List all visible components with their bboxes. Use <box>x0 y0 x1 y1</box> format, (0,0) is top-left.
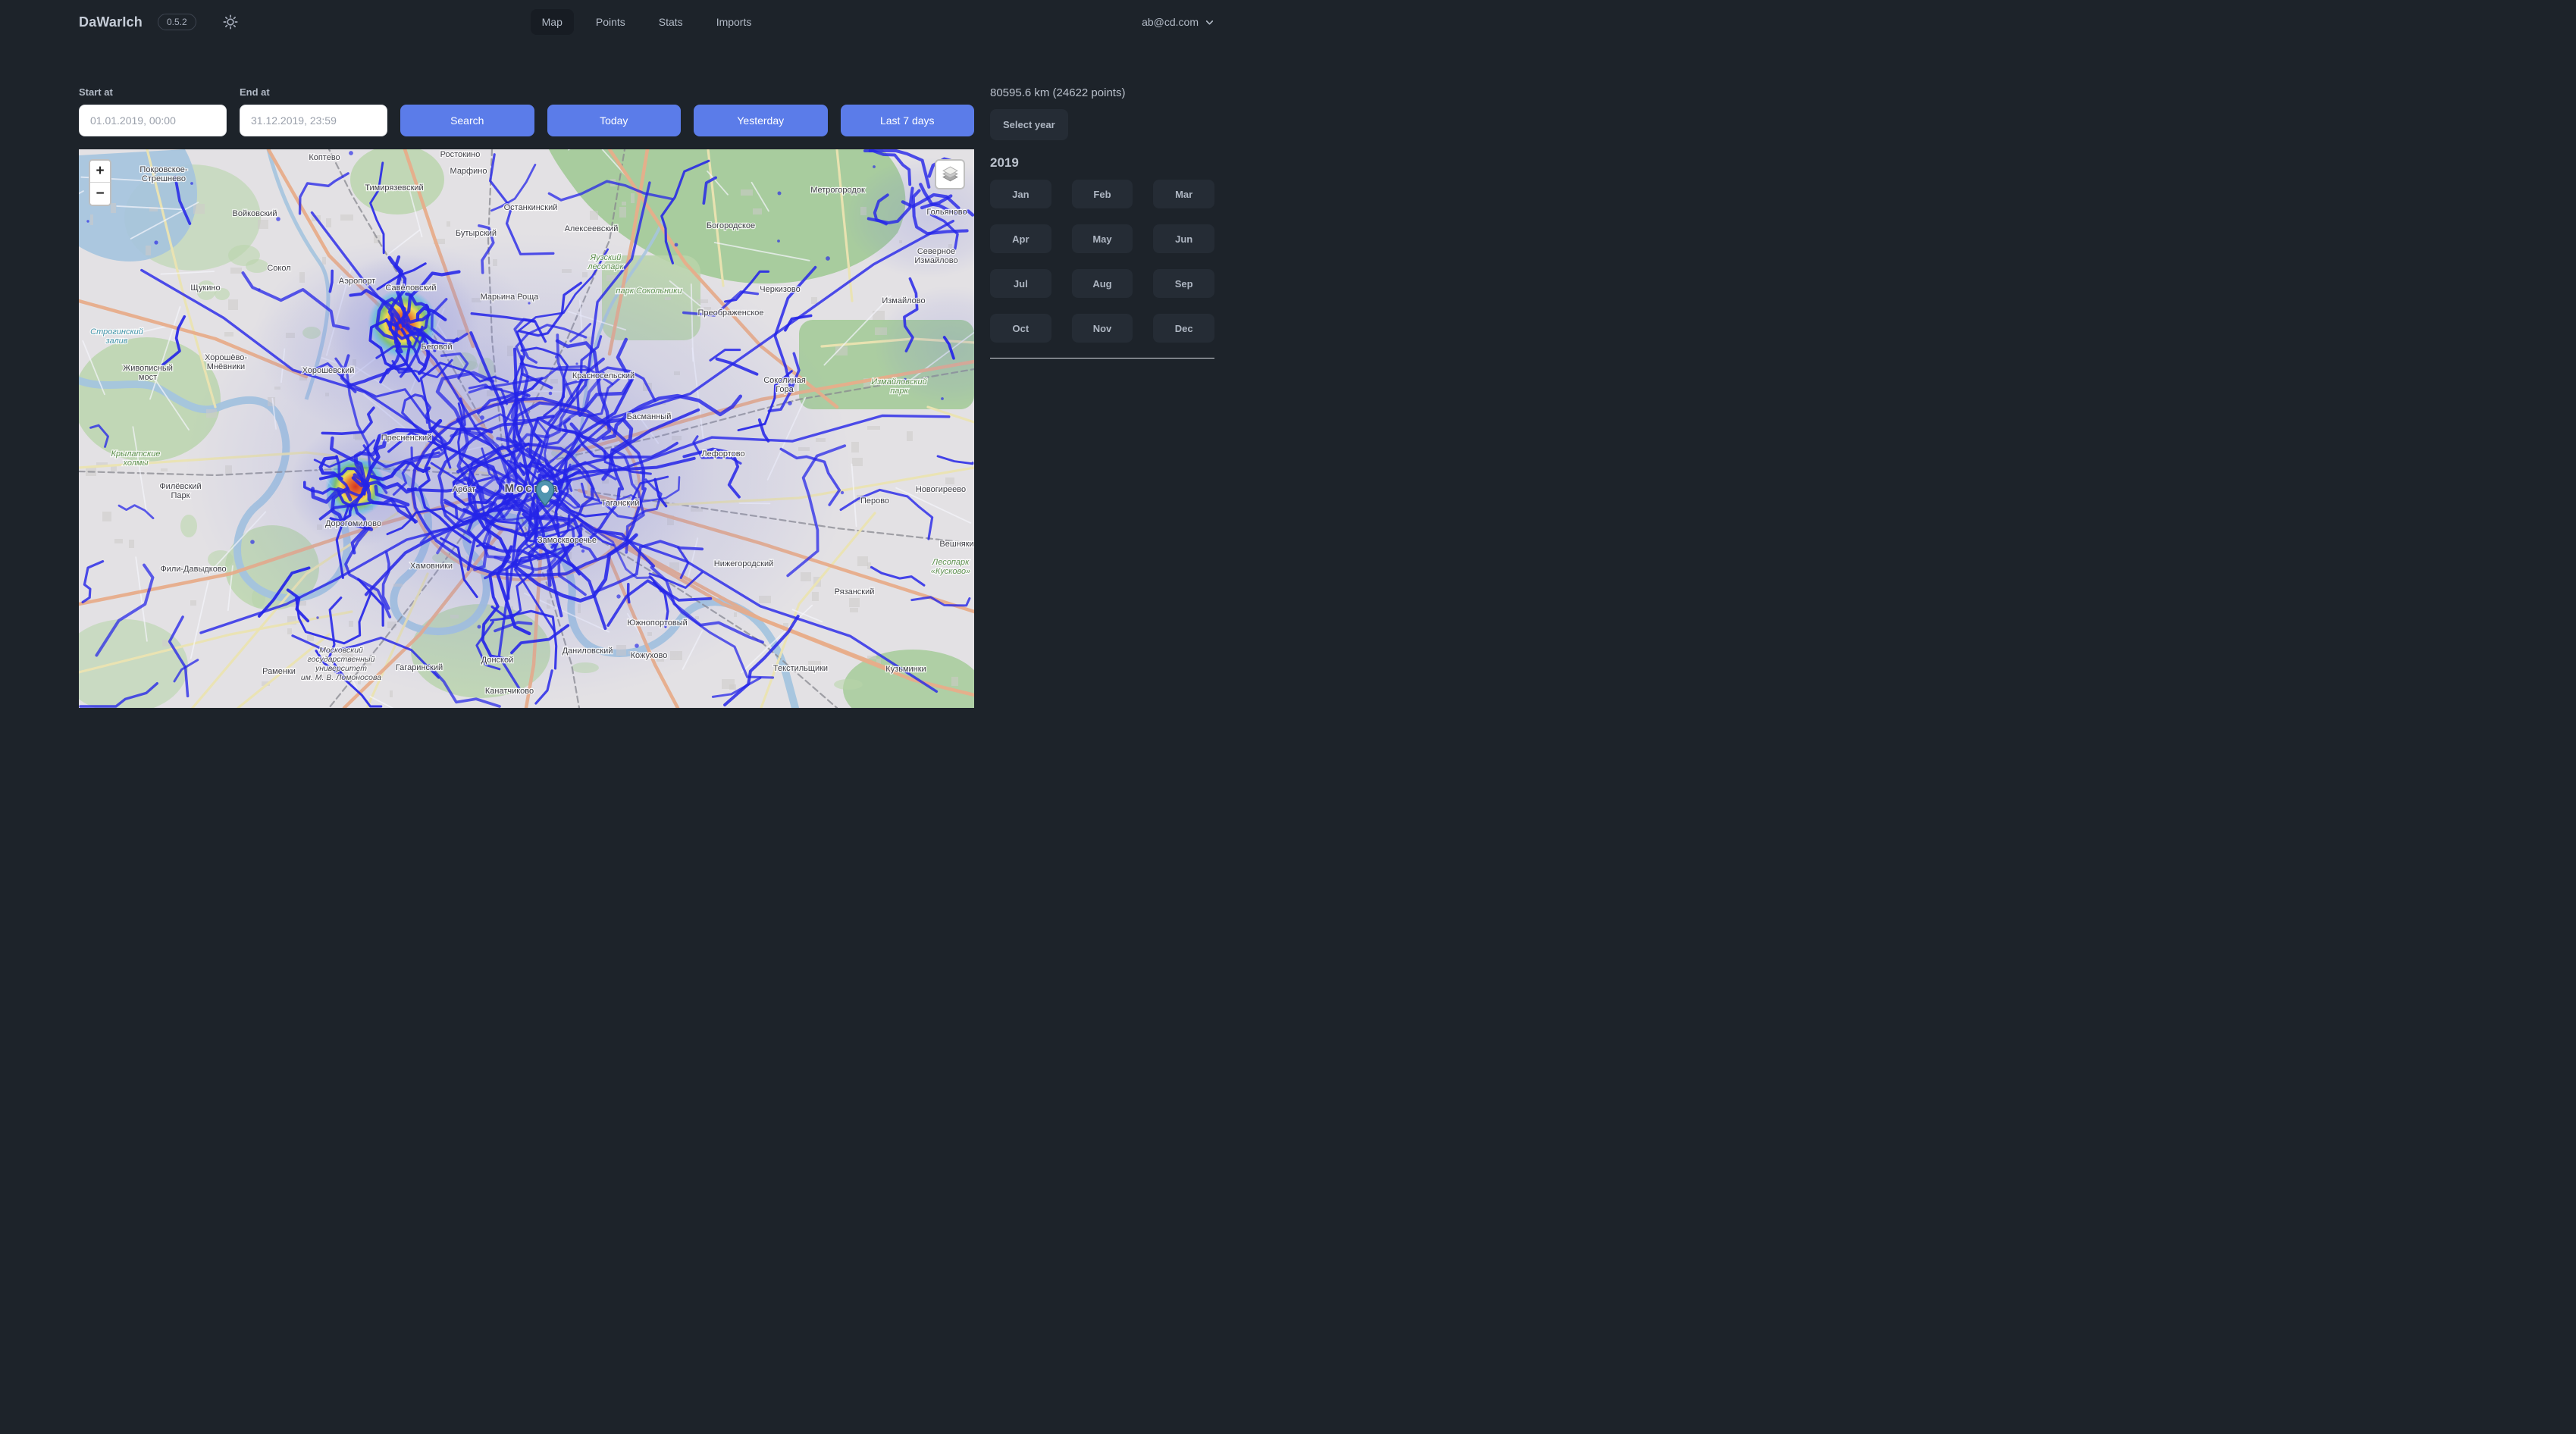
map-label: Гольяново <box>926 208 967 217</box>
map-label: Яузскийлесопарк <box>587 253 624 271</box>
map-label: Южнопортовый <box>627 618 688 628</box>
map-label: Рязанский <box>835 587 875 596</box>
map-label: Кожухово <box>631 651 668 660</box>
map-layers-button[interactable] <box>935 159 965 189</box>
select-year-button[interactable]: Select year <box>990 109 1068 140</box>
map-label: Останкинский <box>504 203 558 212</box>
map[interactable]: Коптево Покровское-Стрешнево Тимирязевский… <box>79 149 974 708</box>
filter-bar: Start at End at Search Today Yesterday L… <box>79 86 974 136</box>
map-label: Кузьминки <box>885 665 926 674</box>
account-email: ab@cd.com <box>1142 16 1199 28</box>
map-label: Дорогомилово <box>325 519 381 528</box>
map-label: Гагаринский <box>396 663 443 672</box>
month-button-feb[interactable]: Feb <box>1072 180 1133 208</box>
map-label: СеверноеИзмайлово <box>914 247 957 265</box>
start-at-label: Start at <box>79 86 227 98</box>
end-at-input[interactable] <box>240 105 387 136</box>
layers-icon <box>940 164 961 185</box>
sidebar: 80595.6 km (24622 points) Select year 20… <box>990 86 1214 708</box>
map-label: Сокол <box>267 264 290 273</box>
map-label: Замоскворечье <box>537 536 597 545</box>
tab-stats[interactable]: Stats <box>647 9 694 35</box>
map-label: парк Сокольники <box>616 286 682 296</box>
map-label: Покровское-Стрешнево <box>139 165 187 183</box>
map-label: Красносельский <box>572 371 635 380</box>
map-label: Даниловский <box>563 647 613 656</box>
month-button-apr[interactable]: Apr <box>990 224 1051 253</box>
zoom-out-button[interactable]: − <box>90 183 110 205</box>
start-at-input[interactable] <box>79 105 227 136</box>
map-label: Марьина Роща <box>481 293 540 302</box>
map-label: Новогиреево <box>916 485 966 494</box>
theme-toggle-button[interactable] <box>222 14 239 30</box>
distance-stats: 80595.6 km (24622 points) <box>990 86 1214 99</box>
map-label: Тимирязевский <box>365 183 423 193</box>
map-label: Нижегородский <box>714 559 773 568</box>
last-7-days-button[interactable]: Last 7 days <box>841 105 975 136</box>
map-label: Коптево <box>309 153 340 162</box>
tab-map[interactable]: Map <box>531 9 574 35</box>
map-label: Аэропорт <box>339 277 375 286</box>
month-button-nov[interactable]: Nov <box>1072 314 1133 343</box>
yesterday-button[interactable]: Yesterday <box>694 105 828 136</box>
map-label: Богородское <box>707 221 755 230</box>
zoom-in-button[interactable]: + <box>90 161 110 183</box>
map-svg: Коптево Покровское-Стрешнево Тимирязевский… <box>79 149 974 708</box>
month-button-sep[interactable]: Sep <box>1153 269 1214 298</box>
map-label: Арбат <box>453 485 475 494</box>
map-label: Преображенское <box>697 308 763 318</box>
map-label: Алексеевский <box>565 224 619 233</box>
map-label: Метрогородок <box>810 186 865 195</box>
month-button-jan[interactable]: Jan <box>990 180 1051 208</box>
sun-icon <box>222 14 239 30</box>
month-button-oct[interactable]: Oct <box>990 314 1051 343</box>
map-label: Щукино <box>190 283 220 293</box>
map-label: Басманный <box>627 412 672 421</box>
map-marker[interactable] <box>535 480 555 506</box>
today-button[interactable]: Today <box>547 105 682 136</box>
map-zoom-control: + − <box>89 159 111 206</box>
main-nav: Map Points Stats Imports <box>531 9 763 35</box>
app-header: DaWarIch 0.5.2 Map Points Stats Imports … <box>0 0 1288 44</box>
map-label: Хорошевский <box>302 366 355 375</box>
map-label: Измайлово <box>882 296 925 305</box>
month-button-jul[interactable]: Jul <box>990 269 1051 298</box>
account-menu[interactable]: ab@cd.com <box>1142 16 1214 28</box>
map-label: Савёловский <box>385 283 436 293</box>
map-label: Хамовники <box>410 562 453 571</box>
tab-points[interactable]: Points <box>584 9 637 35</box>
chevron-down-icon <box>1205 17 1214 27</box>
version-badge: 0.5.2 <box>158 14 196 30</box>
month-button-may[interactable]: May <box>1072 224 1133 253</box>
map-label: Пресненский <box>381 434 432 443</box>
map-label: Вешняки <box>939 540 973 549</box>
map-label: Донской <box>481 656 513 665</box>
map-label: Черкизово <box>760 285 800 294</box>
map-label: Канатчиково <box>485 687 534 696</box>
end-at-label: End at <box>240 86 387 98</box>
tab-imports[interactable]: Imports <box>705 9 763 35</box>
month-button-mar[interactable]: Mar <box>1153 180 1214 208</box>
map-label: Лесопарк«Кусково» <box>931 558 971 576</box>
map-label: Хорошёво-Мнёвники <box>205 353 247 371</box>
month-button-dec[interactable]: Dec <box>1153 314 1214 343</box>
app-logo[interactable]: DaWarIch <box>79 14 143 30</box>
map-label: Лефортово <box>701 449 744 459</box>
map-label: Ростокино <box>440 150 481 159</box>
map-label: Фили-Давыдково <box>160 565 226 574</box>
map-label: Перово <box>860 496 889 506</box>
map-label: Таганский <box>601 499 640 508</box>
map-label: Бутырский <box>456 229 497 238</box>
year-heading: 2019 <box>990 155 1214 171</box>
map-label: Войковский <box>233 209 277 218</box>
month-button-jun[interactable]: Jun <box>1153 224 1214 253</box>
map-label: Текстильщики <box>773 664 828 673</box>
map-label: Беговой <box>421 343 452 352</box>
map-label: Раменки <box>262 667 296 676</box>
map-label: Марфино <box>450 167 487 176</box>
month-button-aug[interactable]: Aug <box>1072 269 1133 298</box>
search-button[interactable]: Search <box>400 105 534 136</box>
months-grid: Jan Feb Mar Apr May Jun Jul Aug Sep Oct … <box>990 180 1214 343</box>
